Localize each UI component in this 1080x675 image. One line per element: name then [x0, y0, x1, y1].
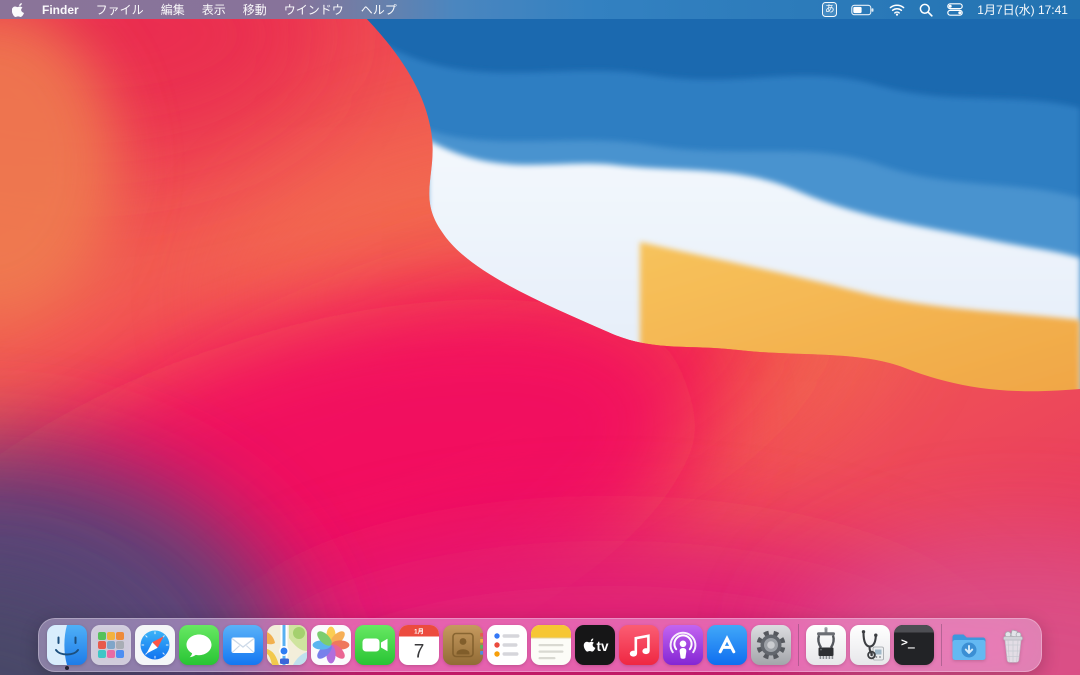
dock-calendar[interactable]: 1月 7	[399, 625, 439, 665]
menu-view[interactable]: 表示	[202, 1, 226, 18]
menu-bar-clock[interactable]: 1月7日(水) 17:41	[977, 1, 1068, 18]
control-center-icon[interactable]	[947, 3, 964, 16]
menu-help[interactable]: ヘルプ	[361, 1, 397, 18]
menu-bar: Finder ファイル 編集 表示 移動 ウインドウ ヘルプ あ 1月7日(水)…	[0, 0, 1080, 19]
apple-menu-icon[interactable]	[12, 2, 25, 17]
dock-reminders[interactable]	[487, 625, 527, 665]
dock-terminal[interactable]: >_	[894, 625, 934, 665]
terminal-prompt: >_	[901, 635, 915, 650]
menu-window[interactable]: ウインドウ	[284, 1, 344, 18]
tv-label: tv	[597, 639, 609, 654]
menu-edit[interactable]: 編集	[161, 1, 185, 18]
dock-chip-utility[interactable]	[806, 625, 846, 665]
calendar-day-label: 7	[414, 642, 425, 663]
spotlight-search-icon[interactable]	[919, 3, 933, 17]
dock: 1月 7 tv >_	[38, 618, 1042, 672]
dock-tv[interactable]: tv	[575, 625, 615, 665]
calendar-month-label: 1月	[414, 627, 424, 635]
desktop: Finder ファイル 編集 表示 移動 ウインドウ ヘルプ あ 1月7日(水)…	[0, 0, 1080, 675]
dock-music[interactable]	[619, 625, 659, 665]
dock-podcasts[interactable]	[663, 625, 703, 665]
running-indicator	[65, 666, 69, 670]
dock-separator	[798, 624, 799, 666]
dock-safari[interactable]	[135, 625, 175, 665]
dock-diagnostics-utility[interactable]	[850, 625, 890, 665]
ime-label: あ	[825, 3, 835, 15]
dock-launchpad[interactable]	[91, 625, 131, 665]
dock-photos[interactable]	[311, 625, 351, 665]
active-app-name[interactable]: Finder	[42, 3, 79, 17]
menu-go[interactable]: 移動	[243, 1, 267, 18]
dock-finder[interactable]	[47, 625, 87, 670]
dock-app-store[interactable]	[707, 625, 747, 665]
dock-messages[interactable]	[179, 625, 219, 665]
dock-facetime[interactable]	[355, 625, 395, 665]
battery-icon[interactable]	[851, 4, 875, 16]
input-method-indicator[interactable]: あ	[822, 2, 838, 17]
dock-contacts[interactable]	[443, 625, 483, 665]
dock-maps[interactable]	[267, 625, 307, 665]
dock-notes[interactable]	[531, 625, 571, 665]
dock-system-preferences[interactable]	[751, 625, 791, 665]
dock-trash[interactable]	[993, 625, 1033, 665]
menu-file[interactable]: ファイル	[96, 1, 144, 18]
dock-separator	[941, 624, 942, 666]
wifi-icon[interactable]	[889, 3, 905, 16]
dock-downloads-folder[interactable]	[949, 625, 989, 665]
wallpaper	[0, 0, 1080, 675]
dock-mail[interactable]	[223, 625, 263, 665]
